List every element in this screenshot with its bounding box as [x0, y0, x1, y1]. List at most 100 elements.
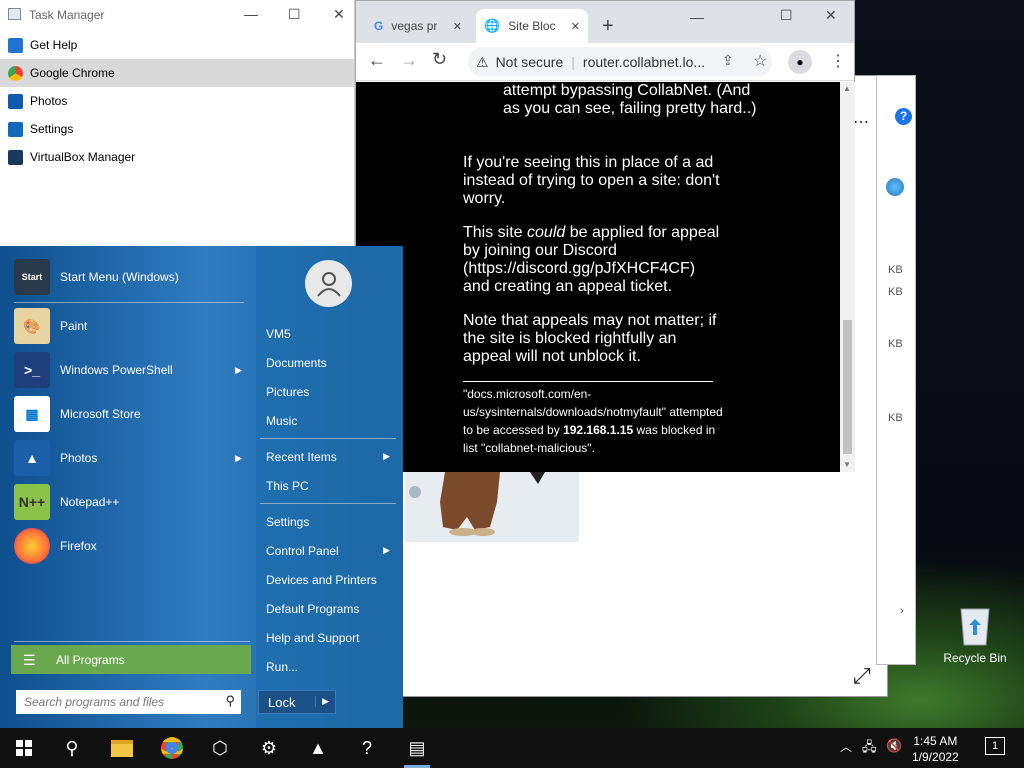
share-icon[interactable]: ⇪ — [722, 52, 734, 69]
task-item-photos[interactable]: Photos — [0, 87, 354, 115]
close-tab-icon[interactable]: ✕ — [453, 20, 462, 33]
program-notepadpp[interactable]: N++ Notepad++ — [14, 480, 250, 524]
chrome-icon — [8, 65, 23, 81]
program-microsoft-store[interactable]: ▦ Microsoft Store — [14, 392, 250, 436]
right-item-recent-items[interactable]: Recent Items ▶ — [258, 442, 398, 471]
lock-button[interactable]: Lock ▶ — [258, 690, 336, 714]
photos-icon: ▲ — [14, 440, 50, 476]
chrome-icon[interactable] — [160, 736, 184, 760]
bookmark-star-icon[interactable]: ☆ — [753, 51, 767, 71]
right-item-music[interactable]: Music — [258, 406, 398, 435]
program-powershell[interactable]: >_ Windows PowerShell ▶ — [14, 348, 250, 392]
chevron-right-icon: ▶ — [235, 364, 242, 375]
right-item-default-programs[interactable]: Default Programs — [258, 594, 398, 623]
program-photos[interactable]: ▲ Photos ▶ — [14, 436, 250, 480]
paint-icon: 🎨 — [14, 308, 50, 344]
right-item-control-panel[interactable]: Control Panel ▶ — [258, 536, 398, 565]
right-item-pictures[interactable]: Pictures — [258, 377, 398, 406]
right-item-devices-printers[interactable]: Devices and Printers — [258, 565, 398, 594]
volume-muted-icon[interactable]: 🔇 — [886, 738, 902, 754]
clock-time: 1:45 AM — [913, 734, 958, 748]
recycle-bin[interactable]: Recycle Bin — [942, 603, 1008, 665]
list-icon: ☰ — [23, 652, 36, 668]
gear-icon[interactable]: ⚙ — [257, 736, 281, 760]
paragraph: If you're seeing this in place of a ad i… — [463, 154, 720, 207]
firefox-icon — [14, 528, 50, 564]
chevron-right-icon: ▶ — [383, 545, 390, 555]
search-icon[interactable]: ⚲ — [60, 736, 84, 760]
page-content: attempt bypassing CollabNet. (And as you… — [356, 82, 840, 472]
store-icon: ▦ — [14, 396, 50, 432]
help-icon[interactable]: ? — [355, 736, 379, 760]
background-window-edge — [876, 75, 916, 665]
notification-icon[interactable]: 1 — [985, 737, 1005, 755]
expand-icon[interactable]: ⤢ — [853, 663, 871, 689]
notepadpp-icon: N++ — [14, 484, 50, 520]
right-item-run[interactable]: Run... — [258, 652, 398, 681]
scrollbar[interactable]: ▲ ▼ — [840, 82, 855, 472]
paragraph: attempt bypassing CollabNet. (And as you… — [503, 82, 757, 117]
user-avatar[interactable] — [305, 260, 352, 307]
task-item-settings[interactable]: Settings — [0, 115, 354, 143]
scroll-right-icon[interactable]: › — [900, 605, 904, 617]
task-item-virtualbox[interactable]: VirtualBox Manager — [0, 143, 354, 171]
image-preview — [405, 472, 579, 542]
search-icon: ⚲ — [225, 693, 235, 708]
back-icon[interactable]: ← — [368, 50, 386, 71]
right-item-settings[interactable]: Settings — [258, 507, 398, 536]
size-cell: KB — [888, 286, 903, 298]
right-item-user[interactable]: VM5 — [258, 319, 398, 348]
size-cell: KB — [888, 412, 903, 424]
virtualbox-icon[interactable]: ⬡ — [208, 736, 232, 760]
windows-start-icon[interactable] — [12, 736, 36, 760]
right-item-this-pc[interactable]: This PC — [258, 471, 398, 500]
new-tab-button[interactable]: + — [594, 9, 622, 43]
blocked-message: "docs.microsoft.com/en-us/sysinternals/d… — [463, 387, 723, 455]
profile-icon[interactable]: ● — [788, 50, 812, 74]
right-item-documents[interactable]: Documents — [258, 348, 398, 377]
task-item-chrome[interactable]: Google Chrome — [0, 59, 354, 87]
reload-icon[interactable]: ↻ — [432, 49, 447, 70]
program-start-menu[interactable]: Start Start Menu (Windows) — [14, 255, 250, 299]
divider — [463, 381, 713, 382]
photos-icon[interactable]: ▲ — [306, 736, 330, 760]
program-paint[interactable]: 🎨 Paint — [14, 304, 250, 348]
tab-strip: G vegas pr ✕ 🌐 Site Bloc ✕ + — ☐ ✕ — [356, 1, 854, 43]
network-icon[interactable]: 🖧 — [862, 738, 877, 760]
scroll-down-icon[interactable]: ▼ — [843, 460, 851, 469]
maximize-button[interactable]: ☐ — [288, 6, 301, 23]
size-cell: KB — [888, 338, 903, 350]
help-icon[interactable]: ? — [895, 108, 912, 125]
close-button[interactable]: ✕ — [825, 7, 837, 24]
minimize-button[interactable]: — — [244, 6, 258, 22]
forward-icon[interactable]: → — [400, 50, 418, 71]
security-label: Not secure — [495, 54, 564, 70]
all-programs-button[interactable]: ☰ All Programs — [11, 645, 251, 674]
chevron-right-icon[interactable]: ▶ — [315, 696, 329, 707]
clock-date: 1/9/2022 — [912, 750, 959, 764]
paragraph: This site could be applied for appeal by… — [463, 224, 720, 295]
tab-vegas[interactable]: G vegas pr ✕ — [366, 9, 470, 43]
right-item-help-support[interactable]: Help and Support — [258, 623, 398, 652]
minimize-button[interactable]: — — [690, 9, 704, 25]
warning-icon: ⚠ — [476, 53, 489, 70]
more-icon[interactable]: ⋯ — [853, 112, 869, 132]
close-button[interactable]: ✕ — [333, 6, 345, 23]
task-item-get-help[interactable]: Get Help — [0, 31, 354, 59]
chrome-window: G vegas pr ✕ 🌐 Site Bloc ✕ + — ☐ ✕ ← → ↻… — [355, 0, 855, 472]
program-firefox[interactable]: Firefox — [14, 524, 250, 568]
scroll-up-icon[interactable]: ▲ — [843, 84, 851, 93]
menu-icon[interactable]: ⋮ — [830, 51, 846, 71]
clock[interactable]: 1:45 AM 1/9/2022 — [912, 733, 959, 765]
task-manager-icon[interactable]: ▤ — [405, 736, 429, 760]
recycle-bin-label: Recycle Bin — [943, 651, 1007, 665]
close-tab-icon[interactable]: ✕ — [571, 20, 580, 33]
search-input[interactable]: Search programs and files ⚲ — [16, 690, 241, 714]
chevron-up-icon[interactable]: ︿ — [840, 738, 852, 755]
url-text: router.collabnet.lo... — [582, 54, 706, 70]
file-explorer-icon[interactable] — [110, 736, 134, 760]
tab-site-blocked[interactable]: 🌐 Site Bloc ✕ — [476, 9, 588, 43]
help-app-icon — [8, 37, 23, 53]
scrollbar-thumb[interactable] — [843, 320, 852, 454]
maximize-button[interactable]: ☐ — [780, 7, 793, 24]
